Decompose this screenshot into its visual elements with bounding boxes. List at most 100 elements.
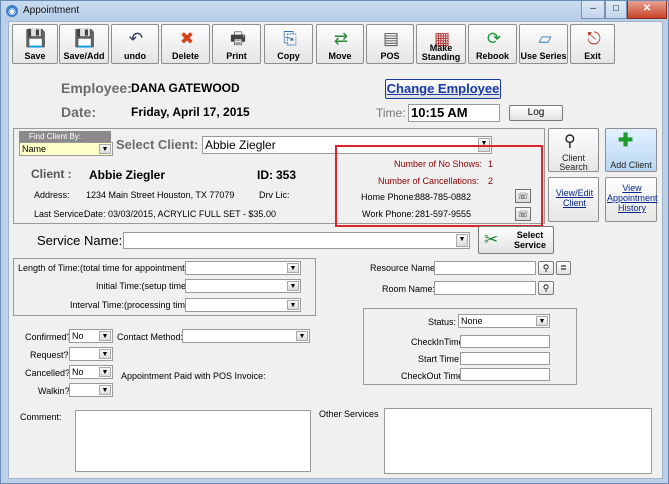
save-add-button[interactable]: 💾 Save/Add — [59, 24, 109, 64]
initial-time-select[interactable]: ▼ — [185, 279, 301, 293]
request-select[interactable]: ▼ — [69, 347, 113, 361]
use-series-label: Use Series — [520, 51, 567, 61]
chevron-down-icon: ▼ — [287, 300, 299, 310]
window-client-area: 💾 Save 💾 Save/Add ↶ undo ✖ Delete 🖶 Print ⎘ Copy ⇄ Mo… — [8, 21, 663, 479]
delete-button[interactable]: ✖ Delete — [161, 24, 210, 64]
client-name: Abbie Ziegler — [89, 168, 166, 182]
make-standing-button[interactable]: ▦ Make Standing — [416, 24, 466, 64]
client-label: Client : — [31, 167, 72, 181]
phone-icon: ☏ — [517, 191, 529, 201]
drv-lic-label: Drv Lic: — [259, 190, 290, 200]
move-button[interactable]: ⇄ Move — [316, 24, 364, 64]
binoculars-icon: ⚲ — [564, 133, 576, 150]
service-name-label: Service Name: — [37, 233, 123, 248]
room-name-label: Room Name: — [382, 284, 436, 294]
use-series-button[interactable]: ▱ Use Series — [519, 24, 568, 64]
date-label: Date: — [61, 104, 97, 120]
client-search-button[interactable]: ⚲ Client Search — [548, 128, 599, 172]
chevron-down-icon: ▼ — [99, 367, 111, 377]
employee-label: Employee: — [61, 80, 132, 96]
chevron-down-icon: ▼ — [99, 144, 111, 154]
find-client-by-select[interactable]: Name ▼ — [19, 142, 113, 156]
select-service-button[interactable]: ✂ Select Service — [478, 226, 554, 254]
last-service-label: Last Service: — [34, 209, 87, 219]
comment-textarea[interactable] — [75, 410, 311, 472]
work-phone-value: 281-597-9555 — [415, 209, 472, 219]
appointment-window: ◉ Appointment – □ ✕ 💾 Save 💾 Save/Add ↶ undo ✖… — [0, 0, 669, 484]
work-phone-label: Work Phone: — [362, 209, 414, 219]
print-button[interactable]: 🖶 Print — [212, 24, 261, 64]
employee-value: DANA GATEWOOD — [131, 81, 240, 95]
undo-icon: ↶ — [128, 29, 144, 48]
make-standing-label: Make Standing — [421, 43, 461, 62]
chevron-down-icon: ▼ — [536, 316, 548, 326]
room-name-input[interactable] — [434, 281, 536, 295]
app-icon: ◉ — [6, 5, 18, 17]
length-of-time-select[interactable]: ▼ — [185, 261, 301, 275]
toolbar: 💾 Save 💾 Save/Add ↶ undo ✖ Delete 🖶 Print ⎘ Copy ⇄ Mo… — [9, 22, 662, 66]
status-label: Status: — [428, 317, 457, 327]
status-select[interactable]: None ▼ — [458, 314, 550, 328]
save-button[interactable]: 💾 Save — [12, 24, 58, 64]
work-phone-dial-button[interactable]: ☏ — [515, 207, 531, 221]
floppy-icon: 💾 — [74, 29, 96, 48]
contact-method-select[interactable]: ▼ — [182, 329, 310, 343]
start-time-label: Start Time: — [418, 354, 462, 364]
exit-label: Exit — [584, 51, 601, 61]
window-title: Appointment — [23, 5, 80, 16]
service-name-select[interactable]: ▼ — [123, 232, 470, 249]
resource-name-input[interactable] — [434, 261, 536, 275]
undo-button[interactable]: ↶ undo — [111, 24, 159, 64]
undo-label: undo — [124, 51, 146, 61]
select-client-label: Select Client: — [116, 137, 199, 152]
checkout-time-label: CheckOut Time: — [401, 371, 466, 381]
home-phone-label: Home Phone: — [361, 192, 417, 202]
rebook-label: Rebook — [475, 51, 509, 61]
pos-button[interactable]: ▤ POS — [366, 24, 414, 64]
confirmed-select[interactable]: No ▼ — [69, 329, 113, 343]
exit-button[interactable]: ⎋ Exit — [570, 24, 615, 64]
checkout-time-input[interactable] — [460, 368, 550, 381]
chevron-down-icon: ▼ — [99, 331, 111, 341]
maximize-button[interactable]: □ — [605, 1, 627, 19]
checkin-time-input[interactable] — [460, 335, 550, 348]
client-id-value: 353 — [276, 168, 297, 182]
no-shows-value: 1 — [488, 159, 494, 169]
chevron-down-icon: ▼ — [99, 385, 111, 395]
register-icon: ▤ — [382, 29, 400, 48]
chevron-down-icon: ▼ — [287, 263, 299, 273]
no-shows-label: Number of No Shows: — [394, 159, 483, 169]
view-appointment-history-button[interactable]: View Appointment History — [605, 177, 658, 222]
resource-search-button[interactable]: ⚲ — [538, 261, 554, 275]
interval-time-select[interactable]: ▼ — [185, 298, 301, 312]
minimize-button[interactable]: – — [581, 1, 605, 19]
home-phone-dial-button[interactable]: ☏ — [515, 189, 531, 203]
delete-label: Delete — [171, 51, 199, 61]
resource-list-button[interactable]: ≣ — [556, 261, 571, 275]
move-icon: ⇄ — [333, 29, 349, 48]
checkin-time-label: CheckInTime: — [411, 337, 467, 347]
log-button[interactable]: Log — [509, 105, 563, 121]
contact-method-label: Contact Method: — [117, 332, 184, 342]
time-input[interactable]: 10:15 AM — [408, 104, 500, 122]
close-button[interactable]: ✕ — [627, 1, 667, 19]
other-services-label: Other Services — [319, 409, 379, 419]
request-label: Request? — [30, 350, 69, 360]
walkin-select[interactable]: ▼ — [69, 383, 113, 397]
copy-button[interactable]: ⎘ Copy — [264, 24, 313, 64]
start-time-input[interactable] — [460, 352, 550, 365]
add-client-button[interactable]: ✚ Add Client — [605, 128, 657, 172]
room-search-button[interactable]: ⚲ — [538, 281, 554, 295]
chevron-down-icon: ▼ — [456, 234, 468, 247]
rebook-button[interactable]: ⟳ Rebook — [468, 24, 517, 64]
pos-label: POS — [380, 51, 400, 61]
find-client-by-label: Find Client By: — [19, 131, 111, 142]
walkin-label: Walkin? — [38, 386, 70, 396]
move-label: Move — [328, 51, 352, 61]
change-employee-button[interactable]: Change Employee — [385, 79, 501, 99]
series-icon: ▱ — [538, 29, 552, 48]
view-edit-client-button[interactable]: View/Edit Client — [548, 177, 599, 222]
cancelled-select[interactable]: No ▼ — [69, 365, 113, 379]
title-bar: ◉ Appointment – □ ✕ — [1, 1, 668, 21]
other-services-textarea[interactable] — [384, 408, 652, 474]
